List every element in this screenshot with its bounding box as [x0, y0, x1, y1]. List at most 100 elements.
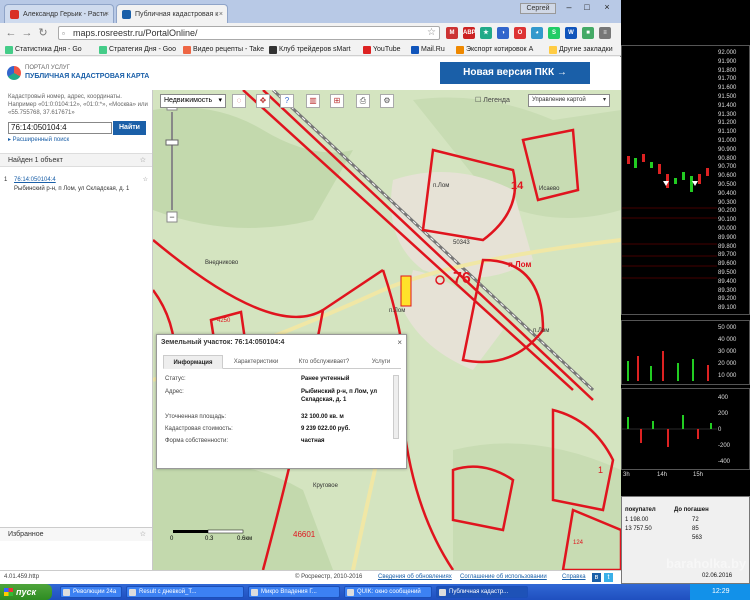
bookmark-item[interactable]: Экспорт котировок А [455, 44, 533, 55]
bookmark-item[interactable]: Видео рецепты - Take [182, 44, 264, 55]
checkbox-icon[interactable]: ☐ [475, 97, 481, 104]
tab-cadastral-map[interactable]: Публичная кадастровая к × [116, 4, 228, 23]
print-icon[interactable]: ⎙ [356, 94, 370, 108]
bookmark-star-icon[interactable]: ☆ [427, 27, 436, 39]
reload-icon[interactable]: ↻ [36, 26, 50, 40]
advanced-search-link[interactable]: ▸ Расширенный поиск [8, 136, 69, 143]
parcel-info-popup: Земельный участок: 76:14:050104:4 × Инфо… [156, 334, 407, 469]
close-icon[interactable]: × [219, 5, 223, 23]
volume-panel[interactable]: 50 000 40 000 30 000 20 000 10 000 [621, 320, 750, 385]
selected-parcel[interactable] [400, 275, 412, 307]
map-label: 1 [598, 465, 604, 475]
pan-tool-icon[interactable]: ✥ [256, 94, 270, 108]
bookmark-icon [99, 46, 107, 54]
map-control-select[interactable]: Управление картой ▾ [528, 94, 610, 107]
layer-select[interactable]: Недвижимость ▾ [160, 94, 226, 108]
extension-icon[interactable]: ≡ [599, 27, 611, 39]
start-label: пуск [16, 587, 37, 597]
terms-link[interactable]: Соглашение об использовании [460, 571, 547, 584]
url-text: maps.rosreestr.ru/PortalOnline/ [73, 28, 198, 38]
measure-tool-icon[interactable]: ⊞ [330, 94, 344, 108]
search-input[interactable]: 76:14:050104:4 [8, 122, 112, 134]
start-button[interactable]: пуск [0, 584, 52, 600]
tab-gmail[interactable]: Александр Герьик - Расти × [4, 4, 114, 23]
help-link[interactable]: Справка [562, 571, 586, 584]
map-canvas[interactable]: + − [153, 90, 621, 570]
new-version-button[interactable]: Новая версия ПКК → [440, 62, 590, 84]
scale-tick-label: 90.400 [718, 190, 737, 197]
close-icon[interactable]: × [397, 338, 402, 347]
taskbar-item[interactable]: Result с дневкой_T... [126, 586, 244, 598]
tab-strip: Александр Герьик - Расти × Публичная кад… [0, 0, 621, 23]
address-label: Адрес: [165, 389, 184, 395]
bookmark-item[interactable]: Клуб трейдеров sMart [268, 44, 351, 55]
scale-tick-label: 90.500 [718, 182, 737, 188]
star-icon[interactable]: ☆ [140, 528, 146, 541]
twitter-icon[interactable]: t [604, 573, 613, 582]
taskbar-item-label: Публичная кадастр... [449, 589, 509, 595]
extension-icon[interactable]: M [446, 27, 458, 39]
identify-tool-icon[interactable]: ◌ [232, 94, 246, 108]
map-label: п.Лом [433, 183, 450, 189]
tab-information[interactable]: Информация [163, 355, 223, 369]
result-item[interactable]: 1 76:14:050104:4 Рыбинский р-н, п Лом, у… [4, 176, 148, 194]
oscillator-panel[interactable]: 400 200 0 -200 -400 [621, 388, 750, 470]
results-header: Найден 1 объект ☆ [0, 153, 152, 167]
extension-icon[interactable]: O [514, 27, 526, 39]
extension-icon[interactable]: S [548, 27, 560, 39]
clock[interactable]: 12:29 [712, 588, 730, 595]
tab-who-serves[interactable]: Кто обслуживает? [289, 355, 359, 369]
find-button[interactable]: Найти [113, 121, 146, 135]
bookmark-item[interactable]: Другие закладки [548, 44, 613, 55]
map-label: Круговое [313, 483, 338, 489]
web-page: ПОРТАЛ УСЛУГ ПУБЛИЧНАЯ КАДАСТРОВАЯ КАРТА… [0, 57, 621, 584]
taskbar-item[interactable]: QUIK: окно сообщений [344, 586, 432, 598]
forward-icon[interactable]: → [20, 26, 34, 40]
back-icon[interactable]: ← [4, 26, 18, 40]
chart-tool-icon[interactable]: ▥ [306, 94, 320, 108]
close-icon[interactable]: × [105, 5, 109, 23]
bookmark-item[interactable]: Mail.Ru [410, 44, 445, 55]
map-view[interactable]: + − п.Лом 14 Исаево 50343 [153, 90, 621, 570]
maximize-icon[interactable]: □ [578, 2, 596, 14]
oscillator-bars [622, 415, 717, 447]
updates-link[interactable]: Сведения об обновлениях [378, 571, 452, 584]
scale-tick-label: 91.300 [718, 111, 737, 118]
volume-bars [627, 351, 709, 381]
info-tool-icon[interactable]: ? [280, 94, 294, 108]
minimize-icon[interactable]: – [560, 2, 578, 14]
favorites-header[interactable]: Избранное ☆ [0, 527, 152, 541]
bookmark-label: Клуб трейдеров sMart [279, 46, 351, 53]
tab-services[interactable]: Услуги [361, 355, 401, 369]
extension-icon[interactable]: ABP [463, 27, 476, 39]
extension-icon[interactable]: W [565, 27, 577, 39]
taskbar-item[interactable]: Публичная кадастр... [436, 586, 528, 598]
extension-icon[interactable]: ★ [480, 27, 492, 39]
bookmark-item[interactable]: Статистика Дня - Go [4, 44, 82, 55]
price-chart-panel[interactable]: 92.000 91.900 91.800 91.700 91.600 91.500 91.4… [621, 45, 750, 315]
vk-icon[interactable]: в [592, 573, 601, 582]
close-window-icon[interactable]: × [598, 2, 616, 14]
logo-title[interactable]: ПУБЛИЧНАЯ КАДАСТРОВАЯ КАРТА [25, 73, 149, 80]
bookmark-item[interactable]: YouTube [362, 44, 401, 55]
tab-label: Публичная кадастровая к [135, 11, 219, 18]
address-bar[interactable]: ▫ maps.rosreestr.ru/PortalOnline/ ☆ [58, 26, 440, 40]
extension-icon[interactable]: ■ [582, 27, 594, 39]
extension-icon[interactable]: ◕ [531, 27, 543, 39]
popup-scrollbar[interactable] [393, 375, 399, 439]
result-link[interactable]: 76:14:050104:4 [14, 176, 148, 185]
bookmark-item[interactable]: Стратегия Дня - Goo [98, 44, 176, 55]
tab-characteristics[interactable]: Характеристики [225, 355, 287, 369]
app-icon [251, 589, 258, 596]
map-label: 124 [573, 540, 584, 546]
layer-select-value: Недвижимость [164, 97, 213, 104]
scale-tick-label: 30 000 [718, 349, 737, 355]
star-icon[interactable]: ☆ [140, 154, 146, 167]
taskbar-item[interactable]: Микро Впадения Г... [248, 586, 340, 598]
star-icon[interactable]: ☆ [143, 176, 148, 185]
legend-toggle[interactable]: ☐ Легенда [475, 96, 510, 104]
settings-tool-icon[interactable]: ⚙ [380, 94, 394, 108]
extension-icon[interactable]: ◑ [497, 27, 509, 39]
profile-button[interactable]: Сергей [520, 3, 556, 14]
taskbar-item[interactable]: Революции 24a [60, 586, 122, 598]
